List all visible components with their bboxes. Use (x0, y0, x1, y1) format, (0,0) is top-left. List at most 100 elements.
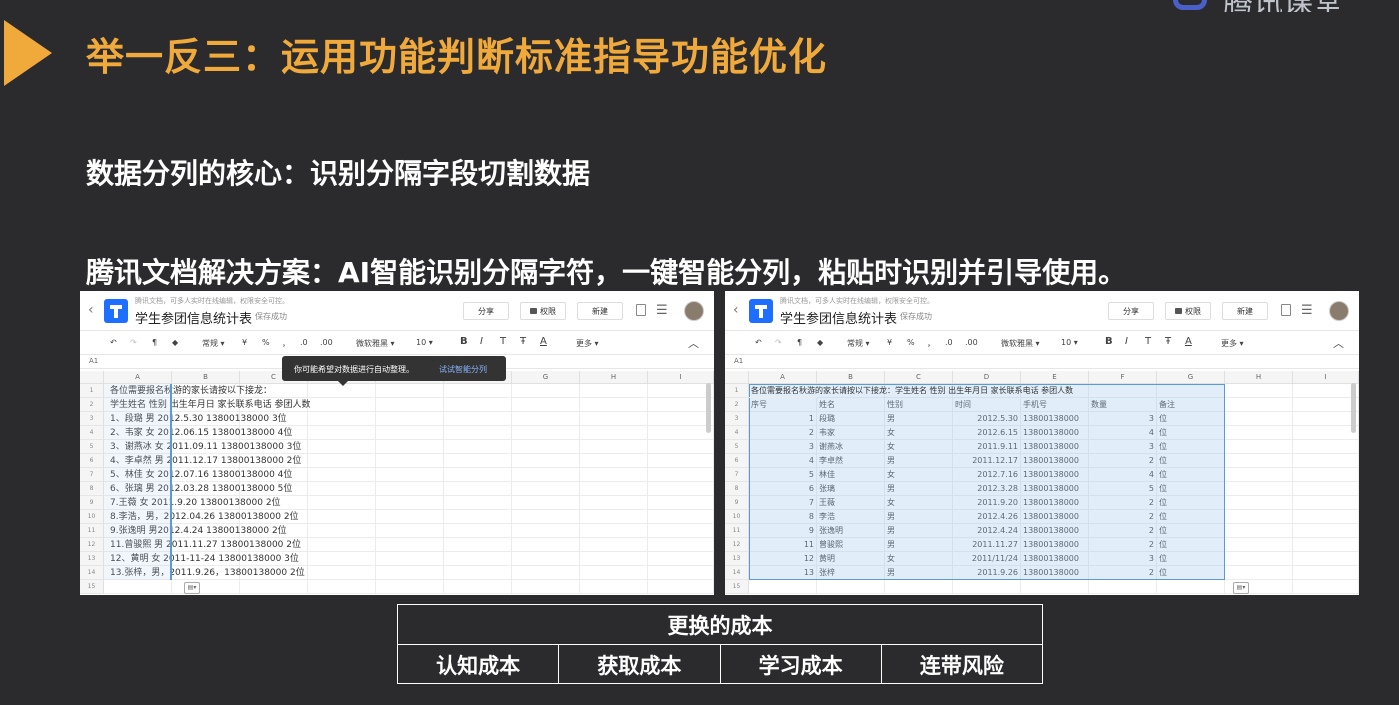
text-color-button[interactable]: A (1185, 336, 1192, 347)
grid-cell[interactable]: 位 (1157, 454, 1225, 468)
grid-cell[interactable] (444, 552, 512, 566)
grid-cell[interactable]: 女 (885, 496, 953, 510)
grid-cell[interactable]: 2012.4.24 (953, 524, 1021, 538)
table-row[interactable]: 5、林佳 女 2012.07.16 13800138000 4位 (110, 468, 292, 482)
row-number[interactable]: 1 (80, 384, 104, 398)
grid-cell[interactable]: 男 (885, 566, 953, 580)
paste-options-icon[interactable]: ▤▾ (184, 582, 200, 594)
row-number[interactable]: 15 (725, 580, 749, 594)
grid-cell[interactable] (1225, 524, 1293, 538)
grid-cell[interactable]: 2012.3.28 (953, 482, 1021, 496)
grid-cell[interactable] (444, 412, 512, 426)
format-painter-icon[interactable]: ¶ (152, 338, 157, 347)
grid-cell[interactable] (648, 440, 714, 454)
font-size-select[interactable]: 10 ▾ (416, 338, 433, 347)
grid-cell[interactable]: 12 (749, 552, 817, 566)
grid-cell[interactable]: 2 (1089, 566, 1157, 580)
grid-cell[interactable] (1293, 580, 1359, 594)
grid-cell[interactable]: 2 (1089, 454, 1157, 468)
grid-cell[interactable] (1293, 384, 1359, 398)
grid-cell[interactable] (308, 538, 376, 552)
grid-cell[interactable] (1225, 468, 1293, 482)
grid-cell[interactable]: 13800138000 (1021, 552, 1089, 566)
grid-cell[interactable]: 李卓然 (817, 454, 885, 468)
grid-cell[interactable] (376, 454, 444, 468)
grid-cell[interactable] (580, 510, 648, 524)
row-number[interactable]: 9 (725, 496, 749, 510)
grid-cell[interactable] (444, 566, 512, 580)
grid-cell[interactable]: 2 (1089, 538, 1157, 552)
row-number[interactable]: 7 (80, 468, 104, 482)
grid-cell[interactable] (580, 538, 648, 552)
grid-cell[interactable]: 2011.12.17 (953, 454, 1021, 468)
grid-cell[interactable]: 2012.7.16 (953, 468, 1021, 482)
font-select[interactable]: 微软雅黑 ▾ (356, 338, 395, 349)
table-row[interactable]: 1、段璐 男 2012.5.30 13800138000 3位 (110, 412, 287, 426)
clear-format-icon[interactable]: ◆ (817, 338, 823, 347)
grid-cell[interactable]: 13800138000 (1021, 468, 1089, 482)
grid-cell[interactable] (444, 454, 512, 468)
collapse-chevron-icon[interactable]: ︿ (688, 335, 699, 351)
grid-cell[interactable]: 2011.9.26 (953, 566, 1021, 580)
grid-cell[interactable] (1293, 566, 1359, 580)
grid-cell[interactable] (885, 580, 953, 594)
formula-bar[interactable]: A1 (725, 355, 1359, 369)
grid-cell[interactable] (648, 412, 714, 426)
column-header[interactable]: I (648, 371, 714, 384)
grid-cell[interactable]: 位 (1157, 426, 1225, 440)
grid-cell[interactable]: 女 (885, 468, 953, 482)
grid-cell[interactable] (1293, 440, 1359, 454)
grid-cell[interactable] (1293, 524, 1359, 538)
column-header[interactable]: B (817, 371, 885, 384)
grid-cell[interactable] (512, 580, 580, 594)
row-number[interactable]: 2 (80, 398, 104, 412)
column-header[interactable]: E (1021, 371, 1089, 384)
grid-cell[interactable] (376, 426, 444, 440)
row-number[interactable]: 10 (80, 510, 104, 524)
grid-cell[interactable] (512, 538, 580, 552)
vertical-scrollbar[interactable] (706, 383, 711, 433)
grid-cell[interactable]: 张梓 (817, 566, 885, 580)
row-number[interactable]: 8 (80, 482, 104, 496)
grid-cell[interactable] (308, 566, 376, 580)
strikethrough-button[interactable]: Ŧ (520, 336, 526, 347)
redo-icon[interactable]: ↷ (130, 338, 137, 347)
column-header[interactable]: H (1225, 371, 1293, 384)
row-number[interactable]: 11 (80, 524, 104, 538)
grid-cell[interactable] (1293, 482, 1359, 496)
new-button[interactable]: 新建 (577, 302, 623, 320)
grid-cell[interactable] (308, 580, 376, 594)
row-number[interactable]: 1 (725, 384, 749, 398)
grid-cell[interactable]: 4 (749, 454, 817, 468)
grid-cell[interactable]: 4 (1089, 468, 1157, 482)
row-number[interactable]: 3 (725, 412, 749, 426)
grid-cell[interactable] (953, 580, 1021, 594)
grid-cell[interactable]: 13800138000 (1021, 482, 1089, 496)
grid-cell[interactable]: 位 (1157, 440, 1225, 454)
grid-cell[interactable] (1225, 566, 1293, 580)
sheet-grid[interactable]: ABCDEFGHI123456789101112131415各位需要报名秋游的家… (80, 371, 714, 595)
row-number[interactable]: 10 (725, 510, 749, 524)
doc-title[interactable]: 学生参团信息统计表 (780, 308, 897, 327)
grid-cell[interactable] (648, 552, 714, 566)
grid-cell[interactable] (580, 384, 648, 398)
grid-cell[interactable]: 13800138000 (1021, 566, 1089, 580)
grid-cell[interactable] (1225, 496, 1293, 510)
increase-decimal-button[interactable]: .00 (320, 338, 333, 347)
grid-cell[interactable] (308, 426, 376, 440)
grid-cell[interactable] (444, 510, 512, 524)
row-number[interactable]: 13 (725, 552, 749, 566)
font-size-select[interactable]: 10 ▾ (1061, 338, 1078, 347)
permission-button[interactable]: 权限 (1165, 302, 1211, 320)
grid-cell[interactable] (308, 496, 376, 510)
row-number[interactable]: 14 (725, 566, 749, 580)
new-button[interactable]: 新建 (1222, 302, 1268, 320)
grid-cell[interactable] (376, 468, 444, 482)
grid-cell[interactable]: 13800138000 (1021, 440, 1089, 454)
grid-cell[interactable] (308, 468, 376, 482)
decrease-decimal-button[interactable]: .0 (945, 338, 953, 347)
grid-cell[interactable]: 时间 (953, 398, 1021, 412)
grid-cell[interactable]: 女 (885, 440, 953, 454)
share-button[interactable]: 分享 (1108, 302, 1154, 320)
grid-cell[interactable] (1225, 538, 1293, 552)
